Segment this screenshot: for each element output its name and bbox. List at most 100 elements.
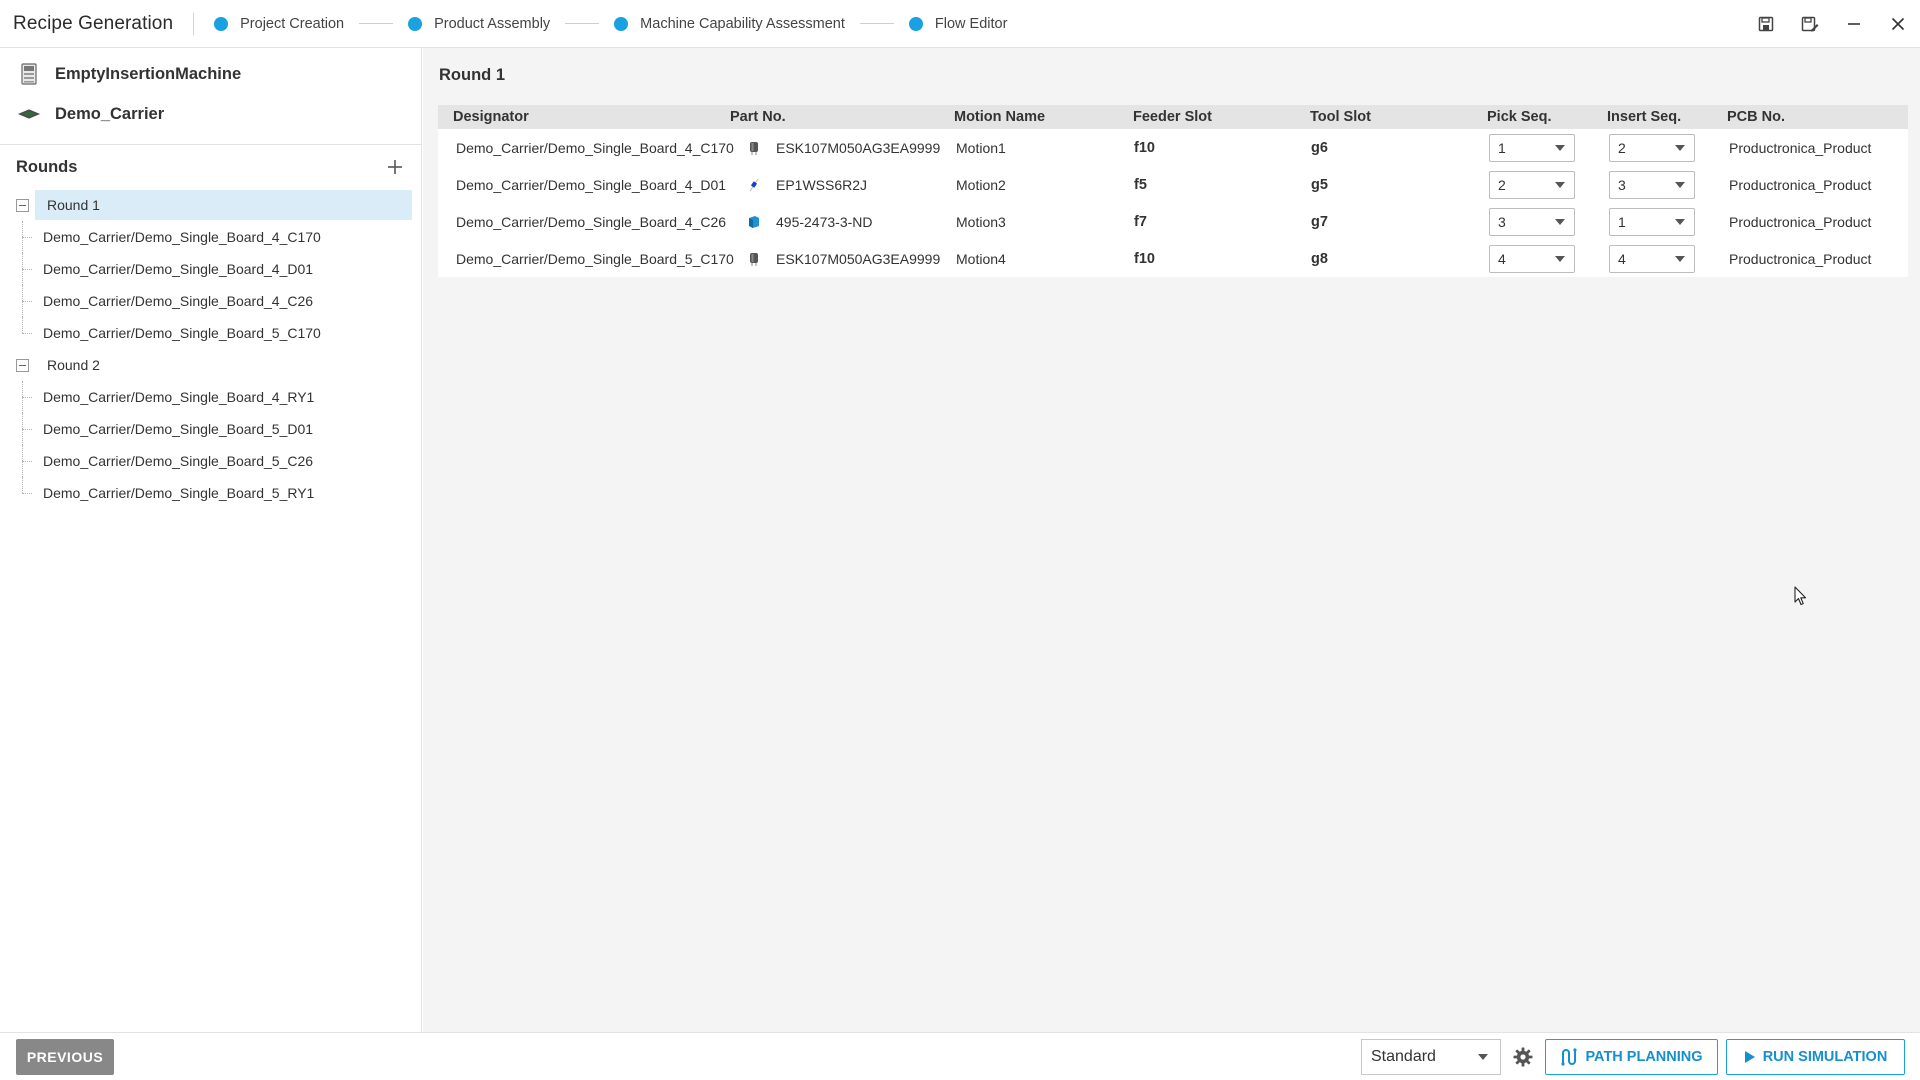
insert-seq-cell: 2 [1607,129,1727,166]
mouse-cursor-icon [1794,586,1807,606]
step-flow-editor[interactable]: Flow Editor [908,16,1007,32]
pcb-no-cell: Productronica_Product [1729,176,1872,193]
insert-seq-select[interactable]: 3 [1609,170,1695,199]
close-button[interactable] [1876,0,1920,48]
step-connector [565,23,600,24]
tree-connector [22,301,32,302]
tool-slot-cell: g7 [1311,213,1328,230]
asset-carrier[interactable]: Demo_Carrier [0,94,421,134]
motion-name-cell: Motion3 [956,213,1006,230]
tree-connector [22,269,32,270]
pcb-no-cell: Productronica_Product [1729,250,1872,267]
tree-item[interactable]: Demo_Carrier/Demo_Single_Board_5_D01 [0,413,421,445]
column-header-feeder-slot[interactable]: Feeder Slot [1132,105,1309,129]
insert-seq-select[interactable]: 1 [1609,207,1695,236]
collapse-icon[interactable] [16,198,29,212]
mode-value: Standard [1371,1048,1436,1065]
motion-name-cell: Motion4 [956,250,1006,267]
save-as-button[interactable] [1788,0,1832,48]
capacitor-box-icon [746,214,762,230]
tree-connector [22,397,32,398]
column-header-pcb-no[interactable]: PCB No. [1727,105,1908,129]
motion-name-cell: Motion1 [956,139,1006,156]
tree-item-label: Demo_Carrier/Demo_Single_Board_5_C170 [43,325,321,341]
asset-name: Demo_Carrier [55,104,165,123]
part-no-cell: EP1WSS6R2J [730,166,954,203]
rounds-title: Rounds [16,157,78,176]
part-no: ESK107M050AG3EA9999 [776,250,941,267]
pick-seq-value: 4 [1498,250,1506,267]
tree-item[interactable]: Demo_Carrier/Demo_Single_Board_4_C26 [0,285,421,317]
chevron-down-icon [1675,255,1685,262]
feeder-slot-cell: f10 [1134,250,1155,267]
run-simulation-label: RUN SIMULATION [1762,1049,1888,1065]
carrier-icon [17,102,41,126]
footer-bar: PREVIOUS Standard PATH PLANNING RUN SIMU… [0,1032,1920,1080]
step-status-dot [614,16,629,31]
chevron-down-icon [1555,218,1565,225]
designator-cell: Demo_Carrier/Demo_Single_Board_4_C26 [456,213,727,230]
column-header-motion-name[interactable]: Motion Name [954,105,1132,129]
tool-slot-cell: g5 [1311,176,1328,193]
tree-item[interactable]: Demo_Carrier/Demo_Single_Board_5_C26 [0,445,421,477]
tree-round-1[interactable]: Round 1 [0,189,421,221]
insert-seq-value: 3 [1618,176,1626,193]
part-no: EP1WSS6R2J [776,176,868,193]
tree-item[interactable]: Demo_Carrier/Demo_Single_Board_4_RY1 [0,381,421,413]
chevron-down-icon [1675,144,1685,151]
insert-seq-select[interactable]: 2 [1609,133,1695,162]
table-row[interactable]: Demo_Carrier/Demo_Single_Board_4_C170 ES… [438,129,1908,166]
pick-seq-cell: 3 [1487,203,1607,240]
save-icon [1758,16,1774,32]
chevron-down-icon [1555,181,1565,188]
tree-item[interactable]: Demo_Carrier/Demo_Single_Board_5_C170 [0,317,421,349]
tree-item-label: Demo_Carrier/Demo_Single_Board_4_C170 [43,229,321,245]
column-header-part-no[interactable]: Part No. [730,105,954,129]
table-row[interactable]: Demo_Carrier/Demo_Single_Board_5_C170 ES… [438,240,1908,277]
tree-round-2[interactable]: Round 2 [0,349,421,381]
column-header-designator[interactable]: Designator [438,105,730,129]
designator-cell: Demo_Carrier/Demo_Single_Board_4_D01 [456,176,727,193]
tree-item[interactable]: Demo_Carrier/Demo_Single_Board_4_C170 [0,221,421,253]
add-round-button[interactable] [383,155,407,179]
simulation-mode-select[interactable]: Standard [1361,1039,1501,1075]
title-divider [193,12,195,35]
table-row[interactable]: Demo_Carrier/Demo_Single_Board_4_C26 495… [438,203,1908,240]
motion-name-cell: Motion2 [956,176,1006,193]
step-label: Product Assembly [434,15,551,32]
machine-icon [17,62,41,86]
insert-seq-select[interactable]: 4 [1609,244,1695,273]
tree-item[interactable]: Demo_Carrier/Demo_Single_Board_4_D01 [0,253,421,285]
gear-icon [1513,1047,1533,1067]
step-machine-capability-assessment[interactable]: Machine Capability Assessment [614,16,845,32]
column-header-tool-slot[interactable]: Tool Slot [1309,105,1487,129]
tree-connector [22,477,23,493]
pick-seq-select[interactable]: 1 [1489,133,1575,162]
pick-seq-select[interactable]: 3 [1489,207,1575,236]
step-product-assembly[interactable]: Product Assembly [408,16,550,32]
path-planning-button[interactable]: PATH PLANNING [1545,1039,1718,1075]
tool-slot-cell: g8 [1311,250,1328,267]
minimize-button[interactable] [1832,0,1876,48]
top-bar: Recipe Generation Project Creation Produ… [0,0,1920,48]
pcb-no-cell: Productronica_Product [1729,213,1872,230]
part-no: 495-2473-3-ND [776,213,873,230]
pick-seq-select[interactable]: 2 [1489,170,1575,199]
step-status-dot [908,16,923,31]
capacitor-icon [746,140,762,156]
collapse-icon[interactable] [16,358,29,372]
previous-button[interactable]: PREVIOUS [16,1039,114,1075]
chevron-down-icon [1478,1054,1488,1060]
save-button[interactable] [1744,0,1788,48]
asset-machine[interactable]: EmptyInsertionMachine [0,54,421,94]
column-header-pick-seq[interactable]: Pick Seq. [1487,105,1607,129]
pick-seq-select[interactable]: 4 [1489,244,1575,273]
tree-connector [22,493,32,494]
settings-button[interactable] [1509,1043,1537,1071]
run-simulation-button[interactable]: RUN SIMULATION [1726,1039,1905,1075]
step-project-creation[interactable]: Project Creation [214,16,344,32]
tree-item[interactable]: Demo_Carrier/Demo_Single_Board_5_RY1 [0,477,421,509]
table-row[interactable]: Demo_Carrier/Demo_Single_Board_4_D01 EP1… [438,166,1908,203]
tree-connector [22,429,32,430]
column-header-insert-seq[interactable]: Insert Seq. [1607,105,1727,129]
